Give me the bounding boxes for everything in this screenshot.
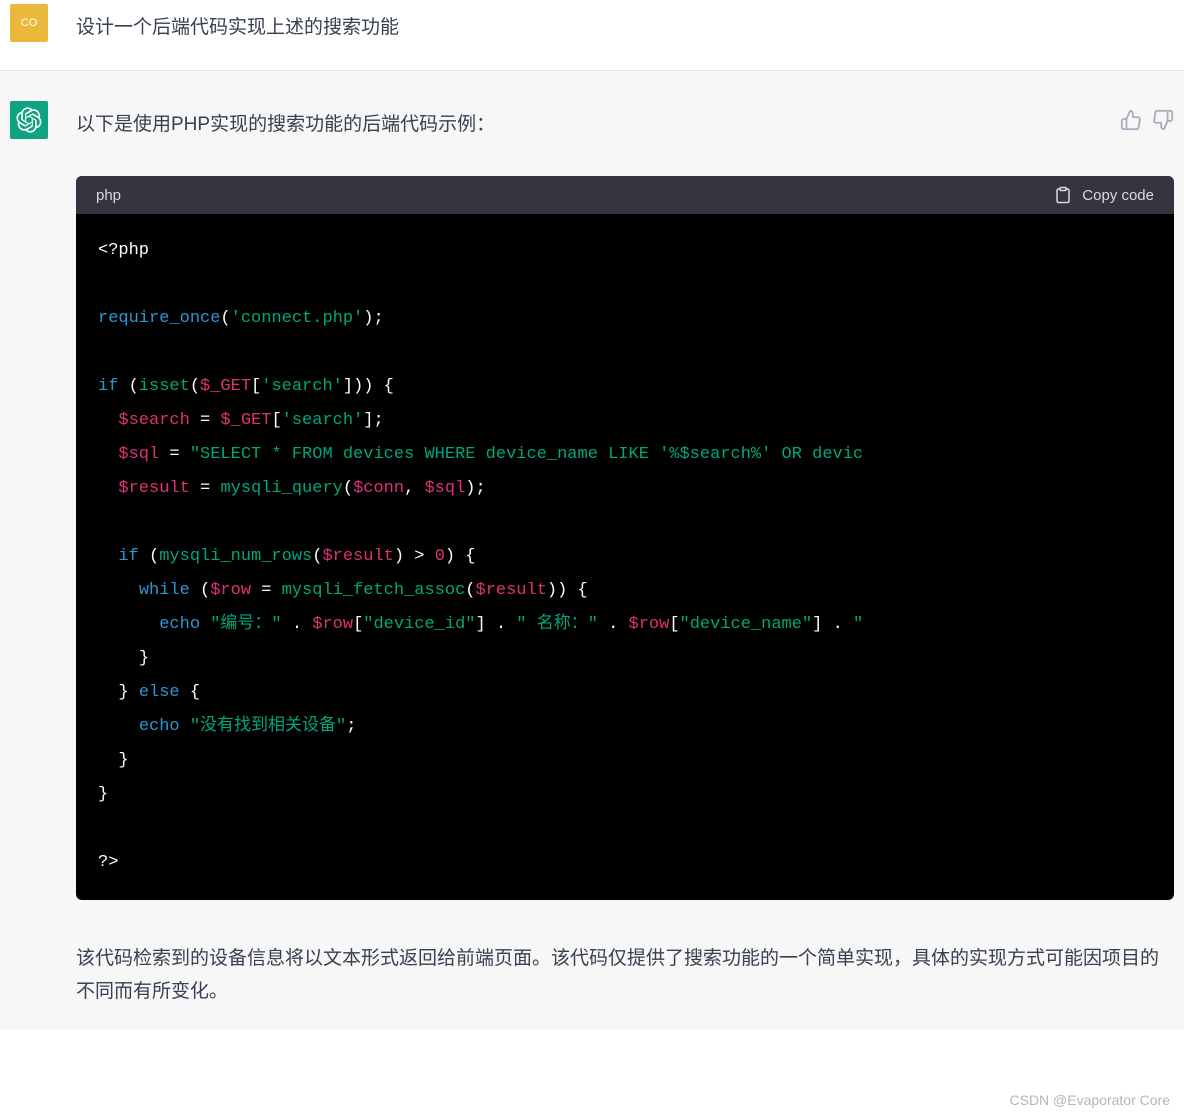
assistant-explanation-text: 该代码检索到的设备信息将以文本形式返回给前端页面。该代码仅提供了搜索功能的一个简… bbox=[76, 942, 1174, 1009]
user-avatar: CO bbox=[10, 4, 48, 42]
code-language-label: php bbox=[96, 187, 121, 204]
thumbs-down-icon bbox=[1152, 109, 1174, 131]
code-block: php Copy code <?php require_once('connec… bbox=[76, 176, 1174, 900]
copy-code-button[interactable]: Copy code bbox=[1054, 186, 1154, 204]
copy-code-label: Copy code bbox=[1082, 187, 1154, 204]
code-body[interactable]: <?php require_once('connect.php'); if (i… bbox=[76, 214, 1174, 900]
code-pre: <?php require_once('connect.php'); if (i… bbox=[98, 234, 1152, 880]
assistant-message-block: 以下是使用PHP实现的搜索功能的后端代码示例： php Copy code bbox=[0, 70, 1184, 1029]
user-message-text: 设计一个后端代码实现上述的搜索功能 bbox=[76, 4, 399, 39]
feedback-buttons bbox=[1120, 101, 1174, 131]
watermark: CSDN @Evaporator Core bbox=[1010, 1092, 1171, 1108]
thumbs-up-button[interactable] bbox=[1120, 109, 1142, 131]
assistant-avatar bbox=[10, 101, 48, 139]
thumbs-down-button[interactable] bbox=[1152, 109, 1174, 131]
assistant-intro-text: 以下是使用PHP实现的搜索功能的后端代码示例： bbox=[76, 101, 1108, 136]
openai-logo-icon bbox=[16, 107, 42, 133]
thumbs-up-icon bbox=[1120, 109, 1142, 131]
clipboard-icon bbox=[1054, 186, 1072, 204]
user-message-row: CO 设计一个后端代码实现上述的搜索功能 bbox=[0, 0, 1184, 70]
code-header: php Copy code bbox=[76, 176, 1174, 214]
